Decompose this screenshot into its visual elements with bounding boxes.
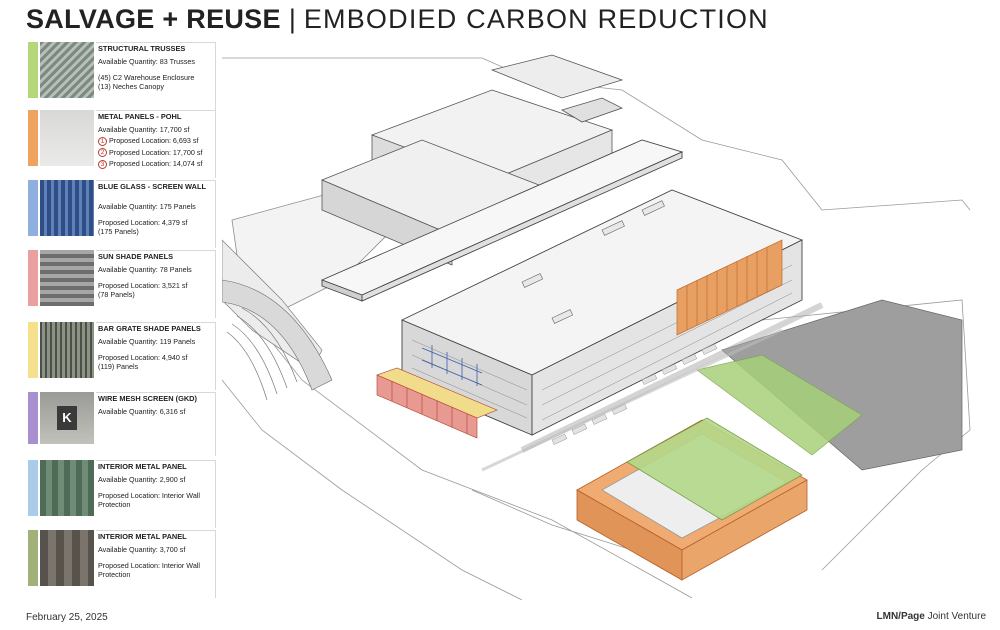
number-badge: 3 xyxy=(98,159,107,169)
legend-numbered-line: 1 Proposed Location: 6,693 sf xyxy=(98,136,216,146)
legend-heading: INTERIOR METAL PANEL xyxy=(98,462,187,471)
legend-heading: WIRE MESH SCREEN (GKD) xyxy=(98,394,197,403)
legend-heading: INTERIOR METAL PANEL xyxy=(98,532,187,541)
legend-gap xyxy=(98,66,216,73)
legend-color-swatch xyxy=(28,392,38,444)
legend-heading: BAR GRATE SHADE PANELS xyxy=(98,324,201,333)
legend-heading: STRUCTURAL TRUSSES xyxy=(98,44,186,53)
legend-item: BAR GRATE SHADE PANELS Available Quantity… xyxy=(28,322,216,390)
legend-color-swatch xyxy=(28,110,38,166)
material-photo xyxy=(40,530,94,586)
legend-item: METAL PANELS - POHL Available Quantity: 1… xyxy=(28,110,216,178)
footer-date: February 25, 2025 xyxy=(26,612,108,623)
material-photo xyxy=(40,180,94,236)
legend-item: INTERIOR METAL PANEL Available Quantity: … xyxy=(28,530,216,598)
legend-line: (175 Panels) xyxy=(98,227,139,236)
material-photo xyxy=(40,42,94,98)
number-badge: 2 xyxy=(98,148,107,158)
legend-color-swatch xyxy=(28,530,38,586)
legend-line: (45) C2 Warehouse Enclosure xyxy=(98,73,195,82)
legend-line: Available Quantity: 119 Panels xyxy=(98,337,196,346)
legend-item: BLUE GLASS - SCREEN WALL Available Quanti… xyxy=(28,180,216,248)
legend-text: SUN SHADE PANELS Available Quantity: 78 P… xyxy=(98,252,216,299)
legend-line: Available Quantity: 175 Panels xyxy=(98,202,196,211)
legend-item: INTERIOR METAL PANEL Available Quantity: … xyxy=(28,460,216,528)
legend-color-swatch xyxy=(28,322,38,378)
legend-text: BLUE GLASS - SCREEN WALL Available Quanti… xyxy=(98,182,216,236)
legend-text: METAL PANELS - POHL Available Quantity: 1… xyxy=(98,112,216,169)
numbered-text: Proposed Location: 17,700 sf xyxy=(109,147,203,157)
legend-line: Protection xyxy=(98,570,131,579)
legend-line: Proposed Location: Interior Wall xyxy=(98,561,201,570)
numbered-text: Proposed Location: 14,074 sf xyxy=(109,159,203,169)
legend-text: BAR GRATE SHADE PANELS Available Quantity… xyxy=(98,324,216,371)
legend-numbered-line: 3 Proposed Location: 14,074 sf xyxy=(98,159,216,169)
footer-firm: LMN/Page Joint Venture xyxy=(877,611,987,622)
number-badge: 1 xyxy=(98,136,107,146)
firm-suffix: Joint Venture xyxy=(927,611,986,622)
legend-gap xyxy=(98,195,216,202)
legend-text: STRUCTURAL TRUSSES Available Quantity: 83… xyxy=(98,44,216,91)
legend-gap xyxy=(98,211,216,218)
legend-item: SUN SHADE PANELS Available Quantity: 78 P… xyxy=(28,250,216,318)
legend-heading: METAL PANELS - POHL xyxy=(98,112,182,121)
legend-numbered-line: 2 Proposed Location: 17,700 sf xyxy=(98,148,216,158)
legend-gap xyxy=(98,346,216,353)
material-photo: K xyxy=(40,392,94,444)
legend-gap xyxy=(98,274,216,281)
legend-color-swatch xyxy=(28,42,38,98)
legend-color-swatch xyxy=(28,460,38,516)
legend-line: Proposed Location: Interior Wall xyxy=(98,491,201,500)
legend-item: STRUCTURAL TRUSSES Available Quantity: 83… xyxy=(28,42,216,110)
page-title: SALVAGE + REUSE | EMBODIED CARBON REDUCT… xyxy=(26,2,769,36)
legend-line: Proposed Location: 4,940 sf xyxy=(98,353,188,362)
legend-line: Proposed Location: 3,521 sf xyxy=(98,281,188,290)
legend-color-swatch xyxy=(28,180,38,236)
legend-line: (119) Panels xyxy=(98,362,139,371)
numbered-text: Proposed Location: 6,693 sf xyxy=(109,136,199,145)
legend-heading: SUN SHADE PANELS xyxy=(98,252,174,261)
legend-text: INTERIOR METAL PANEL Available Quantity: … xyxy=(98,532,216,579)
legend-gap xyxy=(98,484,216,491)
title-primary: SALVAGE + REUSE xyxy=(26,3,281,34)
legend-line: Proposed Location: 4,379 sf xyxy=(98,218,188,227)
sign-icon: K xyxy=(57,406,77,430)
legend-line: Available Quantity: 3,700 sf xyxy=(98,545,186,554)
material-photo xyxy=(40,250,94,306)
title-separator: | xyxy=(288,3,296,34)
legend-heading: BLUE GLASS - SCREEN WALL xyxy=(98,182,206,191)
legend-line: Available Quantity: 78 Panels xyxy=(98,265,192,274)
legend-color-swatch xyxy=(28,250,38,306)
legend-item: K WIRE MESH SCREEN (GKD) Available Quantit… xyxy=(28,392,216,456)
legend-line: (78 Panels) xyxy=(98,290,135,299)
legend-text: WIRE MESH SCREEN (GKD) Available Quantity… xyxy=(98,394,216,416)
legend-gap xyxy=(98,554,216,561)
material-photo xyxy=(40,322,94,378)
title-secondary: EMBODIED CARBON REDUCTION xyxy=(303,3,769,34)
firm-name: LMN/Page xyxy=(876,611,925,622)
legend-line: (13) Neches Canopy xyxy=(98,82,164,91)
legend-text: INTERIOR METAL PANEL Available Quantity: … xyxy=(98,462,216,509)
legend-line: Available Quantity: 6,316 sf xyxy=(98,407,186,416)
legend-line: Protection xyxy=(98,500,131,509)
material-photo xyxy=(40,460,94,516)
material-photo xyxy=(40,110,94,166)
legend-line: Available Quantity: 17,700 sf xyxy=(98,125,190,134)
legend-line: Available Quantity: 83 Trusses xyxy=(98,57,195,66)
axonometric-site-drawing xyxy=(222,54,971,600)
legend-line: Available Quantity: 2,900 sf xyxy=(98,475,186,484)
